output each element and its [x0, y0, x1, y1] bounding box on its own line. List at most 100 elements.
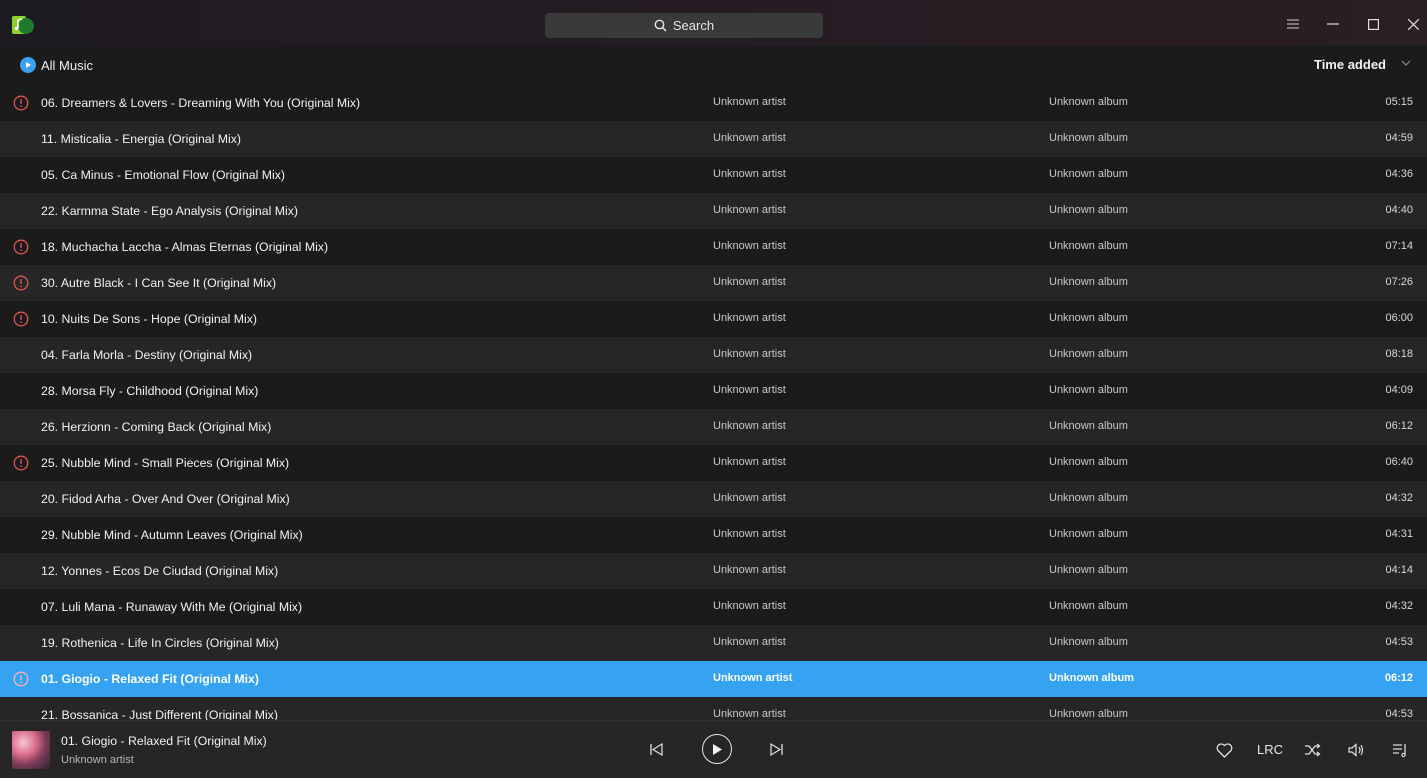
track-album: Unknown album [1049, 456, 1128, 468]
track-title: 26. Herzionn - Coming Back (Original Mix… [41, 420, 272, 434]
track-album: Unknown album [1049, 348, 1128, 360]
maximize-icon [1367, 18, 1379, 30]
track-duration: 05:15 [1385, 96, 1413, 108]
track-row[interactable]: 07. Luli Mana - Runaway With Me (Origina… [0, 589, 1427, 625]
track-duration: 04:36 [1385, 168, 1413, 180]
track-album: Unknown album [1049, 420, 1128, 432]
track-row[interactable]: 26. Herzionn - Coming Back (Original Mix… [0, 409, 1427, 445]
music-library-icon [20, 57, 36, 73]
track-artist: Unknown artist [713, 348, 786, 360]
track-row[interactable]: 06. Dreamers & Lovers - Dreaming With Yo… [0, 85, 1427, 121]
menu-button[interactable] [1281, 12, 1305, 36]
playlist-button[interactable] [1390, 740, 1410, 760]
track-row[interactable]: 12. Yonnes - Ecos De Ciudad (Original Mi… [0, 553, 1427, 589]
maximize-button[interactable] [1361, 12, 1385, 36]
playlist-icon [1393, 744, 1406, 757]
warning-icon [13, 311, 29, 327]
next-button[interactable] [766, 739, 786, 759]
track-title: 19. Rothenica - Life In Circles (Origina… [41, 636, 279, 650]
track-title: 05. Ca Minus - Emotional Flow (Original … [41, 168, 285, 182]
volume-button[interactable] [1346, 740, 1366, 760]
close-button[interactable] [1401, 12, 1425, 36]
track-artist: Unknown artist [713, 492, 786, 504]
warning-icon [13, 239, 29, 255]
shuffle-icon [1304, 743, 1321, 757]
track-title: 01. Giogio - Relaxed Fit (Original Mix) [41, 672, 259, 686]
next-icon [769, 742, 783, 756]
track-duration: 06:12 [1384, 672, 1413, 684]
track-row[interactable]: 18. Muchacha Laccha - Almas Eternas (Ori… [0, 229, 1427, 265]
track-duration: 04:32 [1385, 492, 1413, 504]
track-album: Unknown album [1049, 168, 1128, 180]
previous-icon [649, 742, 663, 756]
track-row[interactable]: 04. Farla Morla - Destiny (Original Mix)… [0, 337, 1427, 373]
warning-icon [13, 671, 29, 687]
track-row[interactable]: 21. Bossanica - Just Different (Original… [0, 697, 1427, 720]
track-album: Unknown album [1049, 312, 1128, 324]
track-artist: Unknown artist [713, 636, 786, 648]
track-duration: 04:09 [1385, 384, 1413, 396]
track-title: 10. Nuits De Sons - Hope (Original Mix) [41, 312, 257, 326]
track-row[interactable]: 22. Karmma State - Ego Analysis (Origina… [0, 193, 1427, 229]
track-row[interactable]: 10. Nuits De Sons - Hope (Original Mix) … [0, 301, 1427, 337]
chevron-down-icon[interactable] [1401, 58, 1411, 68]
search-box[interactable]: Search [545, 13, 823, 38]
now-playing-artist: Unknown artist [61, 754, 134, 766]
track-title: 12. Yonnes - Ecos De Ciudad (Original Mi… [41, 564, 279, 578]
favorite-button[interactable] [1214, 740, 1234, 760]
track-title: 07. Luli Mana - Runaway With Me (Origina… [41, 600, 303, 614]
track-duration: 04:31 [1385, 528, 1413, 540]
track-artist: Unknown artist [713, 276, 786, 288]
track-album: Unknown album [1049, 204, 1128, 216]
track-duration: 06:00 [1385, 312, 1413, 324]
track-row[interactable]: 19. Rothenica - Life In Circles (Origina… [0, 625, 1427, 661]
track-title: 18. Muchacha Laccha - Almas Eternas (Ori… [41, 240, 329, 254]
track-artist: Unknown artist [713, 600, 786, 612]
player-bar: 01. Giogio - Relaxed Fit (Original Mix) … [0, 720, 1427, 778]
track-row[interactable]: 30. Autre Black - I Can See It (Original… [0, 265, 1427, 301]
now-playing-title: 01. Giogio - Relaxed Fit (Original Mix) [61, 734, 267, 748]
volume-icon [1348, 743, 1364, 757]
track-album: Unknown album [1049, 384, 1128, 396]
track-album: Unknown album [1049, 672, 1134, 684]
list-header: All Music Time added [0, 46, 1427, 85]
track-duration: 08:18 [1385, 348, 1413, 360]
track-list[interactable]: 06. Dreamers & Lovers - Dreaming With Yo… [0, 85, 1427, 720]
sort-dropdown[interactable]: Time added [1314, 57, 1386, 72]
title-bar: Search [0, 0, 1427, 46]
track-artist: Unknown artist [713, 420, 786, 432]
track-artist: Unknown artist [713, 564, 786, 576]
track-row[interactable]: 28. Morsa Fly - Childhood (Original Mix)… [0, 373, 1427, 409]
track-row[interactable]: 25. Nubble Mind - Small Pieces (Original… [0, 445, 1427, 481]
all-music-breadcrumb[interactable]: All Music [20, 57, 93, 73]
track-row[interactable]: 11. Misticalia - Energia (Original Mix) … [0, 121, 1427, 157]
track-album: Unknown album [1049, 528, 1128, 540]
track-artist: Unknown artist [713, 240, 786, 252]
track-row[interactable]: 20. Fidod Arha - Over And Over (Original… [0, 481, 1427, 517]
all-music-label: All Music [41, 57, 94, 73]
track-row[interactable]: 05. Ca Minus - Emotional Flow (Original … [0, 157, 1427, 193]
shuffle-button[interactable] [1302, 740, 1322, 760]
track-artist: Unknown artist [713, 312, 786, 324]
play-button[interactable] [702, 734, 732, 764]
track-album: Unknown album [1049, 132, 1128, 144]
track-artist: Unknown artist [713, 204, 786, 216]
play-icon [713, 743, 722, 755]
track-duration: 04:32 [1385, 600, 1413, 612]
lyrics-button[interactable]: LRC [1257, 742, 1283, 757]
album-cover[interactable] [12, 731, 50, 769]
track-artist: Unknown artist [713, 708, 786, 720]
track-row[interactable]: 29. Nubble Mind - Autumn Leaves (Origina… [0, 517, 1427, 553]
search-label: Search [672, 18, 715, 33]
track-artist: Unknown artist [713, 96, 786, 108]
app-logo-icon [12, 16, 34, 34]
track-album: Unknown album [1049, 708, 1128, 720]
minimize-button[interactable] [1321, 12, 1345, 36]
track-artist: Unknown artist [713, 168, 786, 180]
track-row[interactable]: 01. Giogio - Relaxed Fit (Original Mix) … [0, 661, 1427, 697]
search-icon [654, 19, 667, 32]
track-album: Unknown album [1049, 96, 1128, 108]
track-album: Unknown album [1049, 600, 1128, 612]
track-duration: 07:14 [1385, 240, 1413, 252]
previous-button[interactable] [646, 739, 666, 759]
